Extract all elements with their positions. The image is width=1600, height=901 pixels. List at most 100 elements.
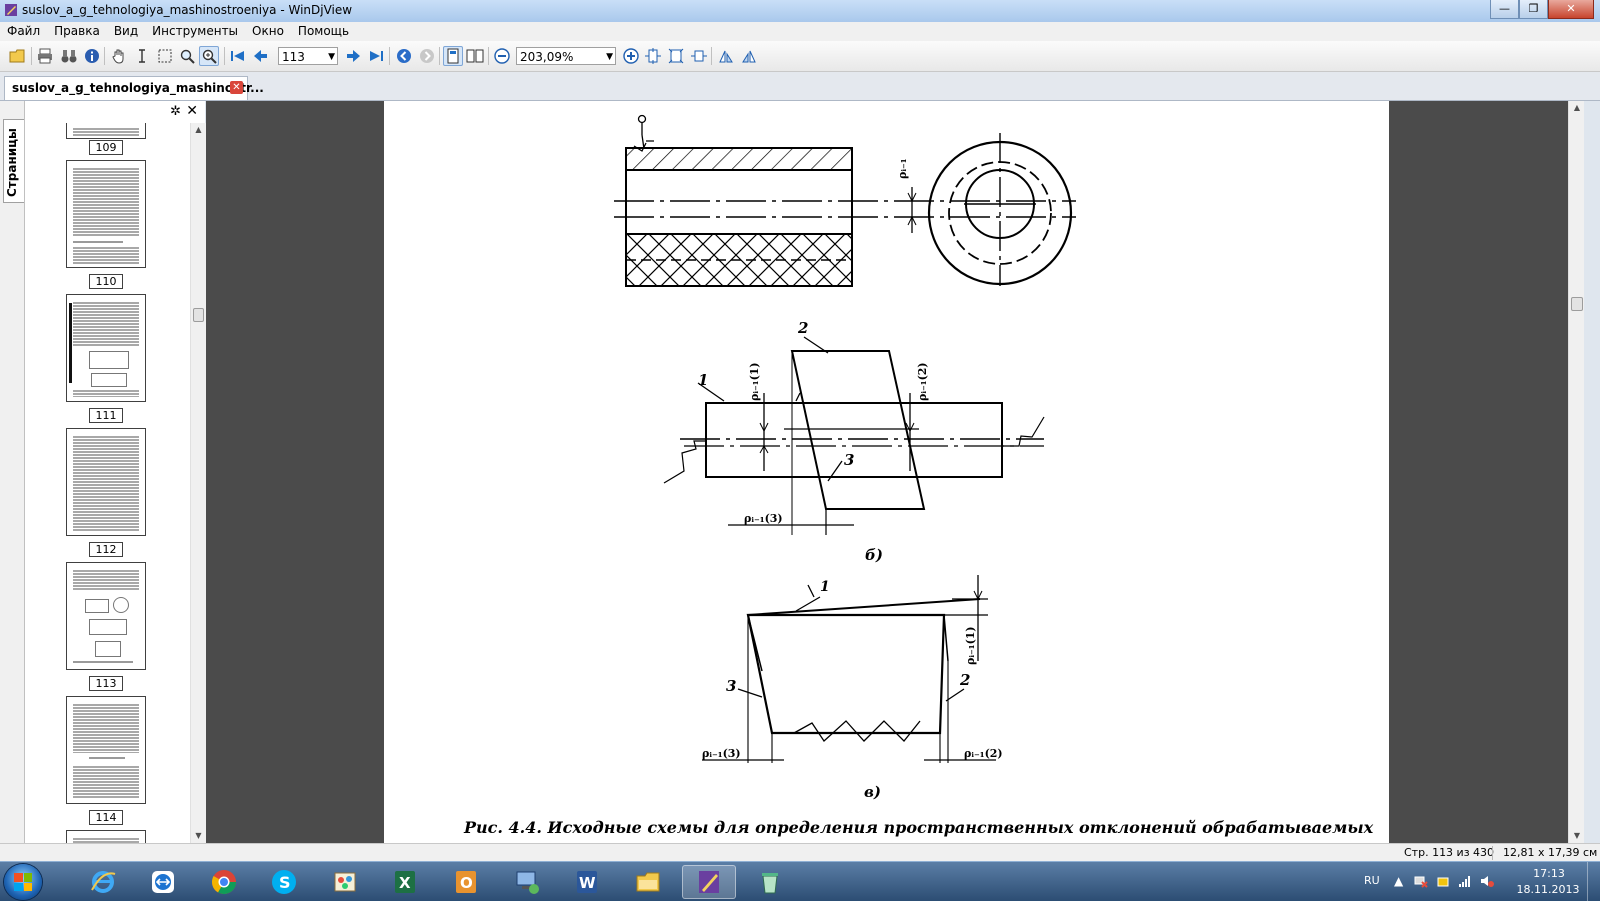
minimize-button[interactable]: —	[1490, 0, 1519, 19]
page-number-field[interactable]: 113 ▼	[278, 47, 338, 65]
windjview-taskbar-icon[interactable]	[682, 865, 736, 899]
subfigure-label-v: в)	[864, 783, 881, 801]
thumbnail-page-111[interactable]	[66, 294, 146, 402]
open-folder-icon[interactable]	[8, 46, 28, 66]
rho-label-v1: ρᵢ₋₁(1)	[964, 626, 977, 665]
paint-icon[interactable]	[318, 865, 372, 899]
magnifier-icon[interactable]	[177, 46, 197, 66]
last-page-icon[interactable]	[366, 46, 386, 66]
zoom-level-field[interactable]: 203,09% ▼	[516, 47, 616, 65]
scroll-down-arrow-icon[interactable]: ▼	[1569, 829, 1584, 843]
close-panel-icon[interactable]: ✕	[186, 103, 198, 119]
internet-explorer-icon[interactable]	[76, 865, 130, 899]
chrome-icon[interactable]	[197, 865, 251, 899]
clock-time[interactable]: 17:13	[1522, 867, 1576, 880]
document-tab[interactable]: suslov_a_g_tehnologiya_mashinostr... ✕	[4, 76, 264, 100]
document-tab-title: suslov_a_g_tehnologiya_mashinostr...	[12, 81, 264, 95]
word-icon[interactable]: W	[560, 865, 614, 899]
zoom-rect-icon[interactable]	[199, 46, 219, 66]
document-scrollbar[interactable]: ▲ ▼	[1568, 101, 1584, 843]
next-page-icon[interactable]	[343, 46, 363, 66]
outlook-icon[interactable]: O	[439, 865, 493, 899]
thumbnail-page-110[interactable]	[66, 160, 146, 268]
binoculars-icon[interactable]	[59, 46, 79, 66]
thumbnail-label-113: 113	[89, 676, 123, 691]
thumbnail-text-block	[73, 435, 139, 531]
menu-window[interactable]: Окно	[245, 22, 291, 41]
zoom-in-icon[interactable]	[621, 46, 641, 66]
maximize-button[interactable]: ❐	[1519, 0, 1548, 19]
svg-text:X: X	[399, 874, 411, 892]
sidebar-tab-bar: Страницы	[0, 101, 25, 843]
back-icon[interactable]	[394, 46, 414, 66]
toolbar-separator	[439, 47, 440, 65]
menu-help[interactable]: Помощь	[291, 22, 356, 41]
previous-page-icon[interactable]	[251, 46, 271, 66]
scroll-up-arrow-icon[interactable]: ▲	[1569, 101, 1584, 115]
rotate-left-icon[interactable]	[716, 46, 736, 66]
scroll-down-arrow-icon[interactable]: ▼	[191, 829, 206, 843]
toolbar-separator	[711, 47, 712, 65]
text-select-icon[interactable]	[132, 46, 152, 66]
action-center-icon[interactable]	[1436, 874, 1450, 891]
menu-view[interactable]: Вид	[107, 22, 145, 41]
show-desktop-button[interactable]	[1587, 862, 1600, 901]
print-icon[interactable]	[35, 46, 55, 66]
thumbnail-page-112[interactable]	[66, 428, 146, 536]
two-pages-icon[interactable]	[465, 46, 485, 66]
tab-pages-label: Страницы	[5, 128, 19, 197]
close-tab-icon[interactable]: ✕	[230, 81, 243, 94]
hand-tool-icon[interactable]	[109, 46, 129, 66]
rho-label-b1: ρᵢ₋₁(1)	[748, 362, 761, 401]
callout-2-v: 2	[959, 671, 970, 689]
excel-icon[interactable]: X	[378, 865, 432, 899]
gear-icon[interactable]: ✲	[170, 104, 181, 119]
file-explorer-icon[interactable]	[621, 865, 675, 899]
forward-icon[interactable]	[417, 46, 437, 66]
thumbnail-page-113[interactable]	[66, 562, 146, 670]
zoom-out-icon[interactable]	[492, 46, 512, 66]
fit-width-icon[interactable]	[689, 46, 709, 66]
thumbnail-page-115[interactable]	[66, 830, 146, 843]
chevron-down-icon[interactable]: ▼	[328, 48, 335, 66]
close-window-button[interactable]: ✕	[1548, 0, 1594, 19]
figure-caption: Рис. 4.4. Исходные схемы для определения…	[463, 818, 1374, 837]
network-warning-icon[interactable]	[1414, 874, 1428, 891]
document-viewer[interactable]: ρᵢ₋₁ 1 2 3 ρᵢ₋₁(1) ρᵢ₋₁(2) ρᵢ₋₁(3) б) 1 …	[206, 101, 1584, 843]
rect-select-icon[interactable]	[155, 46, 175, 66]
single-page-icon[interactable]	[443, 46, 463, 66]
skype-icon[interactable]: S	[257, 865, 311, 899]
thumbnail-label-110: 110	[89, 274, 123, 289]
clock-date[interactable]: 18.11.2013	[1516, 883, 1580, 896]
rho-label-a: ρᵢ₋₁	[896, 158, 909, 179]
signal-icon[interactable]	[1458, 874, 1472, 891]
chevron-down-icon[interactable]: ▼	[606, 48, 613, 66]
first-page-icon[interactable]	[228, 46, 248, 66]
thumbnail-scrollbar-thumb[interactable]	[193, 308, 204, 322]
rotate-right-icon[interactable]	[739, 46, 759, 66]
language-indicator[interactable]: RU	[1364, 874, 1380, 887]
volume-muted-icon[interactable]	[1480, 874, 1494, 891]
fit-page-icon[interactable]	[643, 46, 663, 66]
teamviewer-icon[interactable]	[136, 865, 190, 899]
thumbnail-scrollbar[interactable]: ▲ ▼	[190, 123, 206, 843]
actual-size-icon[interactable]	[666, 46, 686, 66]
tray-expand-icon[interactable]: ▲	[1394, 874, 1403, 888]
menu-tools[interactable]: Инструменты	[145, 22, 245, 41]
callout-2-b: 2	[797, 319, 808, 337]
info-icon[interactable]	[82, 46, 102, 66]
network-admin-icon[interactable]	[500, 865, 554, 899]
scroll-up-arrow-icon[interactable]: ▲	[191, 123, 206, 137]
document-scrollbar-thumb[interactable]	[1571, 297, 1583, 311]
toolbar-separator	[488, 47, 489, 65]
menu-file[interactable]: Файл	[0, 22, 47, 41]
thumbnail-list: 109 110 111 112 113 114	[25, 123, 190, 843]
thumbnail-page-114[interactable]	[66, 696, 146, 804]
windows-logo-icon	[14, 873, 32, 891]
thumbnail-page-109[interactable]	[66, 123, 146, 139]
thumbnail-text-block	[73, 246, 139, 264]
recycle-bin-icon[interactable]	[743, 865, 797, 899]
menu-edit[interactable]: Правка	[47, 22, 107, 41]
start-button[interactable]	[4, 864, 42, 900]
svg-text:S: S	[279, 873, 291, 892]
